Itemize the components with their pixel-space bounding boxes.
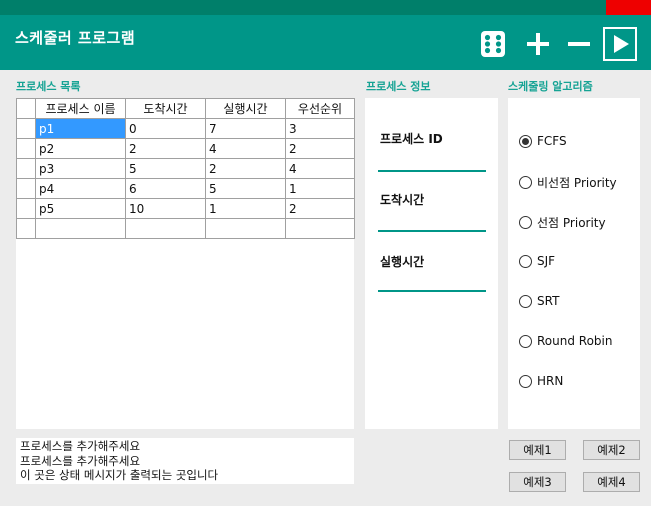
status-line: 프로세스를 추가해주세요 <box>20 453 141 468</box>
radio-nonpreemptive-priority[interactable]: 비선점 Priority <box>519 174 617 191</box>
cell-burst[interactable]: 1 <box>205 198 286 219</box>
cell-priority[interactable]: 1 <box>285 178 355 199</box>
column-header-arrival[interactable]: 도착시간 <box>125 98 206 119</box>
cell-burst[interactable]: 4 <box>205 138 286 159</box>
status-line: 이 곳은 상태 메시지가 출력되는 곳입니다 <box>20 468 219 482</box>
cell-arrival[interactable]: 0 <box>125 118 206 139</box>
window-top-strip <box>0 0 651 15</box>
cell-name[interactable]: p5 <box>35 198 126 219</box>
table-row[interactable]: p3 5 2 4 <box>16 158 355 179</box>
radio-label: Round Robin <box>537 334 613 348</box>
radio-label: 선점 Priority <box>537 216 606 230</box>
cell-priority[interactable] <box>285 218 355 239</box>
radio-label: SJF <box>537 254 556 268</box>
radio-button[interactable] <box>519 176 532 189</box>
radio-label: 비선점 Priority <box>537 176 617 190</box>
cell-arrival[interactable]: 6 <box>125 178 206 199</box>
plus-icon[interactable] <box>522 28 554 60</box>
arrival-time-input[interactable] <box>378 216 486 232</box>
example-1-button[interactable]: 예제1 <box>509 440 566 460</box>
row-header[interactable] <box>16 218 36 239</box>
row-header[interactable] <box>16 178 36 199</box>
row-header[interactable] <box>16 118 36 139</box>
table-row[interactable]: p2 2 4 2 <box>16 138 355 159</box>
cell-burst[interactable] <box>205 218 286 239</box>
algorithm-heading: 스케줄링 알고리즘 <box>508 80 593 93</box>
new-row[interactable] <box>16 218 355 239</box>
radio-button[interactable] <box>519 254 532 268</box>
row-header[interactable] <box>16 198 36 219</box>
app-title: 스케줄러 프로그램 <box>15 29 136 47</box>
table-header-row: 프로세스 이름 도착시간 실행시간 우선순위 <box>16 98 355 119</box>
title-bar: 스케줄러 프로그램 <box>0 15 651 70</box>
radio-hrn[interactable]: HRN <box>519 374 563 388</box>
radio-button[interactable] <box>519 374 532 388</box>
column-header-name[interactable]: 프로세스 이름 <box>35 98 126 119</box>
radio-preemptive-priority[interactable]: 선점 Priority <box>519 214 606 231</box>
cell-burst[interactable]: 5 <box>205 178 286 199</box>
radio-sjf[interactable]: SJF <box>519 254 555 268</box>
column-header-priority[interactable]: 우선순위 <box>285 98 355 119</box>
cell-name[interactable]: p3 <box>35 158 126 179</box>
radio-fcfs[interactable]: FCFS <box>519 134 567 148</box>
cell-burst[interactable]: 2 <box>205 158 286 179</box>
row-header-corner <box>16 98 36 119</box>
process-list-heading: 프로세스 목록 <box>16 80 81 93</box>
row-header[interactable] <box>16 158 36 179</box>
radio-button[interactable] <box>519 134 532 148</box>
table-row[interactable]: p5 10 1 2 <box>16 198 355 219</box>
window-close-button[interactable] <box>606 0 651 15</box>
radio-round-robin[interactable]: Round Robin <box>519 334 612 348</box>
cell-arrival[interactable]: 10 <box>125 198 206 219</box>
minus-icon[interactable] <box>563 28 595 60</box>
cell-name[interactable]: p4 <box>35 178 126 199</box>
cell-arrival[interactable]: 2 <box>125 138 206 159</box>
cell-priority[interactable]: 2 <box>285 198 355 219</box>
arrival-time-label: 도착시간 <box>380 193 425 207</box>
radio-button[interactable] <box>519 294 532 308</box>
cell-name[interactable] <box>35 218 126 239</box>
row-header[interactable] <box>16 138 36 159</box>
dice-icon[interactable] <box>477 28 509 60</box>
example-2-button[interactable]: 예제2 <box>583 440 640 460</box>
play-icon[interactable] <box>603 27 637 61</box>
cell-arrival[interactable]: 5 <box>125 158 206 179</box>
column-header-burst[interactable]: 실행시간 <box>205 98 286 119</box>
cell-priority[interactable]: 2 <box>285 138 355 159</box>
example-3-button[interactable]: 예제3 <box>509 472 566 492</box>
cell-priority[interactable]: 3 <box>285 118 355 139</box>
radio-label: HRN <box>537 374 564 388</box>
cell-burst[interactable]: 7 <box>205 118 286 139</box>
status-message-box: 프로세스를 추가해주세요 프로세스를 추가해주세요 이 곳은 상태 메시지가 출… <box>16 438 354 484</box>
process-table: 프로세스 이름 도착시간 실행시간 우선순위 p1 0 7 3 p2 2 4 2… <box>16 98 355 239</box>
process-id-input[interactable] <box>378 156 486 172</box>
cell-name[interactable]: p1 <box>35 118 126 139</box>
algorithm-panel: FCFS 비선점 Priority 선점 Priority SJF SRT Ro… <box>508 98 640 429</box>
table-row[interactable]: p4 6 5 1 <box>16 178 355 199</box>
process-info-heading: 프로세스 정보 <box>366 80 431 93</box>
radio-label: FCFS <box>537 134 567 148</box>
process-id-label: 프로세스 ID <box>380 132 443 146</box>
process-grid[interactable]: 프로세스 이름 도착시간 실행시간 우선순위 p1 0 7 3 p2 2 4 2… <box>16 98 355 429</box>
process-info-panel: 프로세스 ID 도착시간 실행시간 <box>365 98 498 429</box>
radio-label: SRT <box>537 294 560 308</box>
radio-srt[interactable]: SRT <box>519 294 559 308</box>
radio-button[interactable] <box>519 334 532 348</box>
burst-time-input[interactable] <box>378 276 486 292</box>
example-4-button[interactable]: 예제4 <box>583 472 640 492</box>
status-line: 프로세스를 추가해주세요 <box>20 439 141 453</box>
burst-time-label: 실행시간 <box>380 255 425 269</box>
cell-arrival[interactable] <box>125 218 206 239</box>
cell-priority[interactable]: 4 <box>285 158 355 179</box>
radio-button[interactable] <box>519 216 532 229</box>
cell-name[interactable]: p2 <box>35 138 126 159</box>
table-row[interactable]: p1 0 7 3 <box>16 118 355 139</box>
